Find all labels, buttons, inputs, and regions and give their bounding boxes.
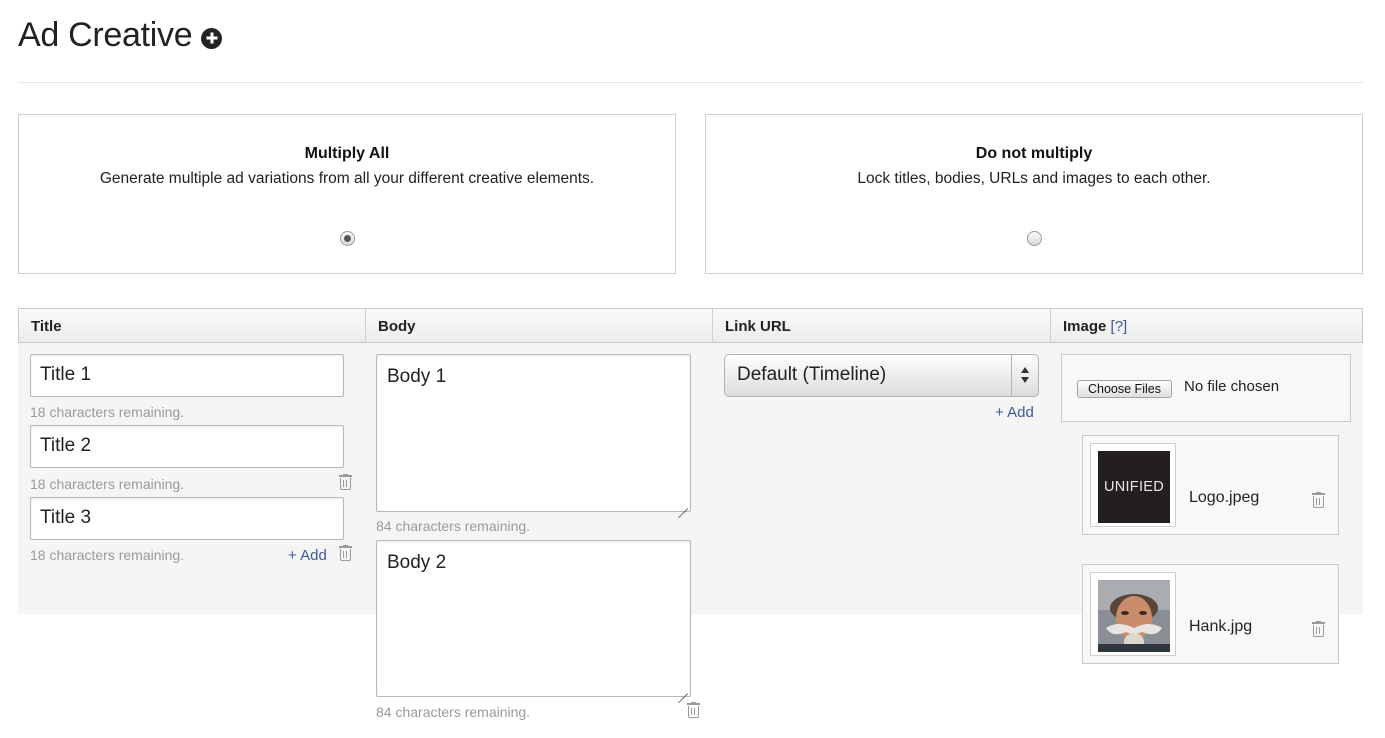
grid-header: Title Body Link URL Image [?] bbox=[18, 308, 1363, 343]
title-input-1[interactable]: Title 1 bbox=[30, 354, 344, 397]
body-textarea-2[interactable]: Body 2 bbox=[376, 540, 691, 697]
body-remaining-2: 84 characters remaining. bbox=[376, 704, 531, 720]
file-upload-box: Choose Files No file chosen bbox=[1061, 354, 1351, 422]
column-label: Body bbox=[378, 318, 416, 335]
resize-handle[interactable] bbox=[678, 684, 688, 694]
file-status: No file chosen bbox=[1184, 378, 1280, 395]
header-divider bbox=[18, 82, 1363, 83]
image-card-logo: UNIFIED Logo.jpeg bbox=[1082, 435, 1339, 535]
title-input-3[interactable]: Title 3 bbox=[30, 497, 344, 540]
select-value: Default (Timeline) bbox=[737, 364, 887, 385]
column-label: Link URL bbox=[725, 318, 791, 335]
image-card-hank: Hank.jpg bbox=[1082, 564, 1339, 664]
image-help-link[interactable]: [?] bbox=[1111, 318, 1128, 335]
column-label: Title bbox=[31, 318, 62, 335]
select-arrows-icon bbox=[1011, 355, 1038, 396]
option-description: Generate multiple ad variations from all… bbox=[99, 170, 595, 187]
image-thumbnail bbox=[1090, 572, 1176, 656]
add-link-url-link[interactable]: + Add bbox=[995, 404, 1034, 421]
choose-files-button[interactable]: Choose Files bbox=[1077, 380, 1172, 398]
image-thumbnail: UNIFIED bbox=[1090, 443, 1176, 527]
do-not-multiply-radio[interactable] bbox=[1027, 231, 1042, 246]
column-header-image: Image [?] bbox=[1051, 309, 1362, 342]
plus-circle-icon[interactable] bbox=[201, 27, 223, 49]
add-title-link[interactable]: + Add bbox=[288, 547, 327, 564]
resize-handle[interactable] bbox=[678, 499, 688, 509]
option-description: Lock titles, bodies, URLs and images to … bbox=[857, 170, 1211, 187]
logo-thumbnail: UNIFIED bbox=[1098, 451, 1170, 523]
image-filename: Hank.jpg bbox=[1189, 618, 1253, 635]
creative-grid: Title Body Link URL Image [?] Title 1 18… bbox=[18, 308, 1363, 728]
do-not-multiply-option[interactable]: Do not multiply Lock titles, bodies, URL… bbox=[705, 114, 1363, 274]
page-title: Ad Creative bbox=[18, 15, 193, 54]
title-remaining-1: 18 characters remaining. bbox=[30, 404, 185, 420]
image-filename: Logo.jpeg bbox=[1189, 489, 1260, 506]
portrait-photo bbox=[1098, 580, 1170, 652]
trash-icon[interactable] bbox=[687, 702, 700, 718]
body-text: Body 1 bbox=[387, 366, 447, 387]
column-header-title: Title bbox=[19, 309, 366, 342]
column-header-link-url: Link URL bbox=[713, 309, 1051, 342]
title-remaining-2: 18 characters remaining. bbox=[30, 476, 185, 492]
body-remaining-1: 84 characters remaining. bbox=[376, 518, 531, 534]
page-header: Ad Creative bbox=[18, 10, 223, 60]
option-title: Do not multiply bbox=[975, 145, 1093, 162]
body-textarea-1[interactable]: Body 1 bbox=[376, 354, 691, 512]
option-title: Multiply All bbox=[304, 145, 390, 162]
title-remaining-3: 18 characters remaining. bbox=[30, 547, 185, 563]
column-label: Image bbox=[1063, 318, 1107, 335]
body-text: Body 2 bbox=[387, 552, 447, 573]
trash-icon[interactable] bbox=[1312, 492, 1325, 508]
multiply-all-radio[interactable] bbox=[340, 231, 355, 246]
column-header-body: Body bbox=[366, 309, 713, 342]
title-input-2[interactable]: Title 2 bbox=[30, 425, 344, 468]
multiply-all-option[interactable]: Multiply All Generate multiple ad variat… bbox=[18, 114, 676, 274]
trash-icon[interactable] bbox=[339, 545, 352, 561]
link-url-select[interactable]: Default (Timeline) bbox=[724, 354, 1039, 397]
trash-icon[interactable] bbox=[339, 474, 352, 490]
trash-icon[interactable] bbox=[1312, 621, 1325, 637]
